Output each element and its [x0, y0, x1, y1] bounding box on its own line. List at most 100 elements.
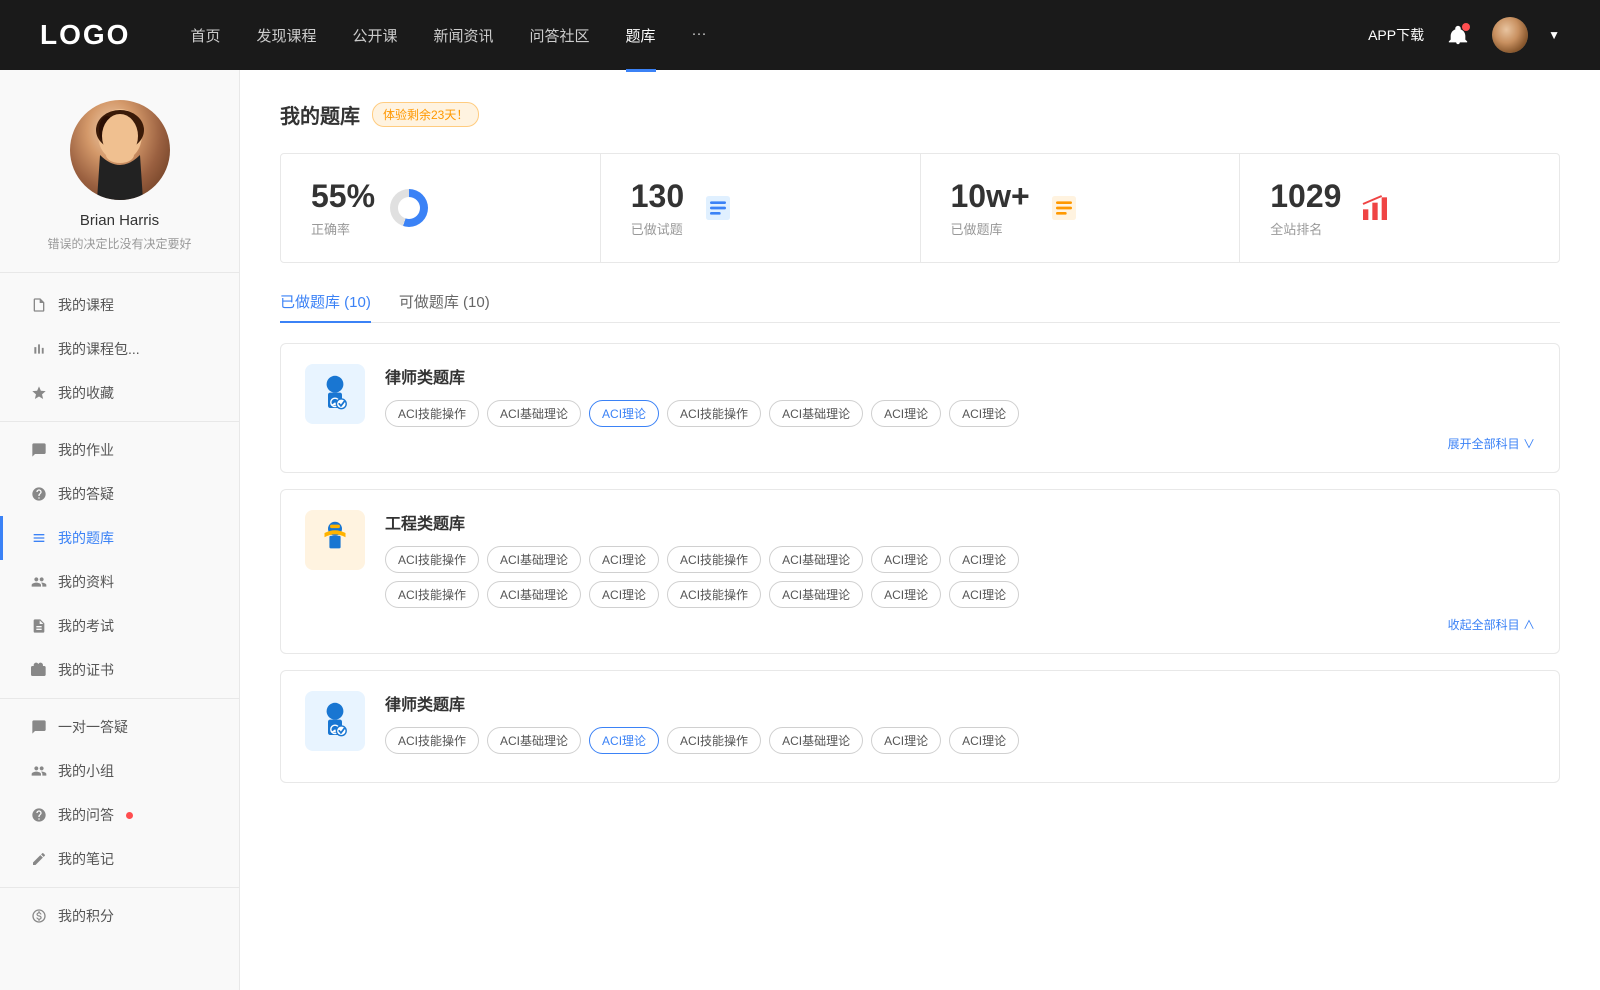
list-blue-icon [698, 188, 738, 228]
navbar-right: APP下载 ▼ [1368, 17, 1560, 53]
stat-done-questions-label: 已做试题 [631, 219, 684, 238]
tag-lawyer-1-2[interactable]: ACI理论 [589, 400, 659, 427]
tab-done-banks[interactable]: 已做题库 (10) [280, 291, 371, 322]
menu-my-homework[interactable]: 我的作业 [0, 428, 239, 472]
accuracy-chart-icon [389, 188, 429, 228]
tag-eng-2-2[interactable]: ACI理论 [589, 581, 659, 608]
bank-name-lawyer-2: 律师类题库 [385, 691, 1535, 715]
donut-chart [390, 189, 428, 227]
nav-question-bank[interactable]: 题库 [626, 25, 656, 46]
bank-content-engineer: 工程类题库 ACI技能操作 ACI基础理论 ACI理论 ACI技能操作 ACI基… [385, 510, 1535, 633]
document-icon [30, 296, 48, 314]
tag-lawyer-2-5[interactable]: ACI理论 [871, 727, 941, 754]
stat-done-banks-value: 10w+ [951, 178, 1030, 215]
tag-lawyer-2-2[interactable]: ACI理论 [589, 727, 659, 754]
user-dropdown-arrow[interactable]: ▼ [1548, 28, 1560, 42]
lawyer-svg-2 [314, 700, 356, 742]
tag-eng-2-1[interactable]: ACI基础理论 [487, 581, 581, 608]
nav-qa[interactable]: 问答社区 [530, 25, 590, 46]
tag-lawyer-2-0[interactable]: ACI技能操作 [385, 727, 479, 754]
stat-accuracy-label: 正确率 [311, 219, 375, 238]
stat-done-banks-text: 10w+ 已做题库 [951, 178, 1030, 238]
notes-icon [30, 850, 48, 868]
tags-row-lawyer-1: ACI技能操作 ACI基础理论 ACI理论 ACI技能操作 ACI基础理论 AC… [385, 400, 1535, 427]
engineer-svg [314, 519, 356, 561]
menu-my-homework-label: 我的作业 [58, 440, 114, 460]
exam-icon [30, 617, 48, 635]
profile-icon [30, 573, 48, 591]
star-icon [30, 384, 48, 402]
bank-card-lawyer-1: 律师类题库 ACI技能操作 ACI基础理论 ACI理论 ACI技能操作 ACI基… [280, 343, 1560, 473]
tag-lawyer-2-6[interactable]: ACI理论 [949, 727, 1019, 754]
bank-card-engineer: 工程类题库 ACI技能操作 ACI基础理论 ACI理论 ACI技能操作 ACI基… [280, 489, 1560, 654]
menu-my-notes[interactable]: 我的笔记 [0, 837, 239, 881]
tab-available-banks[interactable]: 可做题库 (10) [399, 291, 490, 322]
menu-one-on-one[interactable]: 一对一答疑 [0, 705, 239, 749]
tag-lawyer-2-4[interactable]: ACI基础理论 [769, 727, 863, 754]
chat-icon [30, 718, 48, 736]
notification-bell[interactable] [1444, 21, 1472, 49]
stat-accuracy-value: 55% [311, 178, 375, 215]
tag-eng-1-1[interactable]: ACI基础理论 [487, 546, 581, 573]
tag-eng-1-6[interactable]: ACI理论 [949, 546, 1019, 573]
stat-done-banks-label: 已做题库 [951, 219, 1030, 238]
tag-lawyer-1-4[interactable]: ACI基础理论 [769, 400, 863, 427]
expand-link-lawyer-1[interactable]: 展开全部科目 ∨ [385, 435, 1535, 452]
tag-eng-2-5[interactable]: ACI理论 [871, 581, 941, 608]
logo[interactable]: LOGO [40, 19, 130, 51]
menu-my-qa-label: 我的答疑 [58, 484, 114, 504]
user-avatar[interactable] [1492, 17, 1528, 53]
tags-row-engineer-2: ACI技能操作 ACI基础理论 ACI理论 ACI技能操作 ACI基础理论 AC… [385, 581, 1535, 608]
main-content: 我的题库 体验剩余23天！ 55% 正确率 130 已做试题 [240, 70, 1600, 990]
avatar-image [1492, 17, 1528, 53]
app-download-button[interactable]: APP下载 [1368, 25, 1424, 45]
menu-my-points[interactable]: 我的积分 [0, 894, 239, 938]
list-orange-icon [1044, 188, 1084, 228]
collapse-link-engineer[interactable]: 收起全部科目 ∧ [385, 616, 1535, 633]
tag-eng-1-5[interactable]: ACI理论 [871, 546, 941, 573]
menu-one-on-one-label: 一对一答疑 [58, 717, 128, 737]
menu-my-question-bank[interactable]: 我的题库 [0, 516, 239, 560]
lawyer-icon-2 [305, 691, 365, 751]
menu-my-favorites-label: 我的收藏 [58, 383, 114, 403]
tag-eng-1-3[interactable]: ACI技能操作 [667, 546, 761, 573]
menu-my-qa[interactable]: 我的答疑 [0, 472, 239, 516]
menu-my-course[interactable]: 我的课程 [0, 283, 239, 327]
tabs-row: 已做题库 (10) 可做题库 (10) [280, 291, 1560, 323]
menu-my-questions[interactable]: 我的问答 [0, 793, 239, 837]
tags-row-lawyer-2: ACI技能操作 ACI基础理论 ACI理论 ACI技能操作 ACI基础理论 AC… [385, 727, 1535, 754]
menu-course-package[interactable]: 我的课程包... [0, 327, 239, 371]
homework-icon [30, 441, 48, 459]
tag-eng-2-4[interactable]: ACI基础理论 [769, 581, 863, 608]
tag-lawyer-1-0[interactable]: ACI技能操作 [385, 400, 479, 427]
nav-home[interactable]: 首页 [190, 25, 220, 46]
tag-eng-2-6[interactable]: ACI理论 [949, 581, 1019, 608]
nav-news[interactable]: 新闻资讯 [434, 25, 494, 46]
nav-more[interactable]: ··· [692, 25, 707, 46]
menu-my-question-bank-label: 我的题库 [58, 528, 114, 548]
nav-open-course[interactable]: 公开课 [352, 25, 397, 46]
tag-eng-2-3[interactable]: ACI技能操作 [667, 581, 761, 608]
profile-name: Brian Harris [80, 212, 159, 229]
tag-eng-1-4[interactable]: ACI基础理论 [769, 546, 863, 573]
stat-done-questions: 130 已做试题 [601, 154, 921, 262]
menu-my-group[interactable]: 我的小组 [0, 749, 239, 793]
menu-my-exam[interactable]: 我的考试 [0, 604, 239, 648]
tag-lawyer-2-1[interactable]: ACI基础理论 [487, 727, 581, 754]
tag-eng-1-2[interactable]: ACI理论 [589, 546, 659, 573]
stat-rank: 1029 全站排名 [1240, 154, 1559, 262]
menu-my-profile[interactable]: 我的资料 [0, 560, 239, 604]
tag-lawyer-1-1[interactable]: ACI基础理论 [487, 400, 581, 427]
tag-lawyer-1-3[interactable]: ACI技能操作 [667, 400, 761, 427]
menu-my-favorites[interactable]: 我的收藏 [0, 371, 239, 415]
profile-motto: 错误的决定比没有决定要好 [47, 235, 191, 252]
nav-discover[interactable]: 发现课程 [256, 25, 316, 46]
tag-eng-1-0[interactable]: ACI技能操作 [385, 546, 479, 573]
menu-my-cert[interactable]: 我的证书 [0, 648, 239, 692]
tag-lawyer-1-6[interactable]: ACI理论 [949, 400, 1019, 427]
divider-2 [0, 698, 239, 699]
tag-lawyer-2-3[interactable]: ACI技能操作 [667, 727, 761, 754]
bank-content-lawyer-1: 律师类题库 ACI技能操作 ACI基础理论 ACI理论 ACI技能操作 ACI基… [385, 364, 1535, 452]
tag-eng-2-0[interactable]: ACI技能操作 [385, 581, 479, 608]
tag-lawyer-1-5[interactable]: ACI理论 [871, 400, 941, 427]
